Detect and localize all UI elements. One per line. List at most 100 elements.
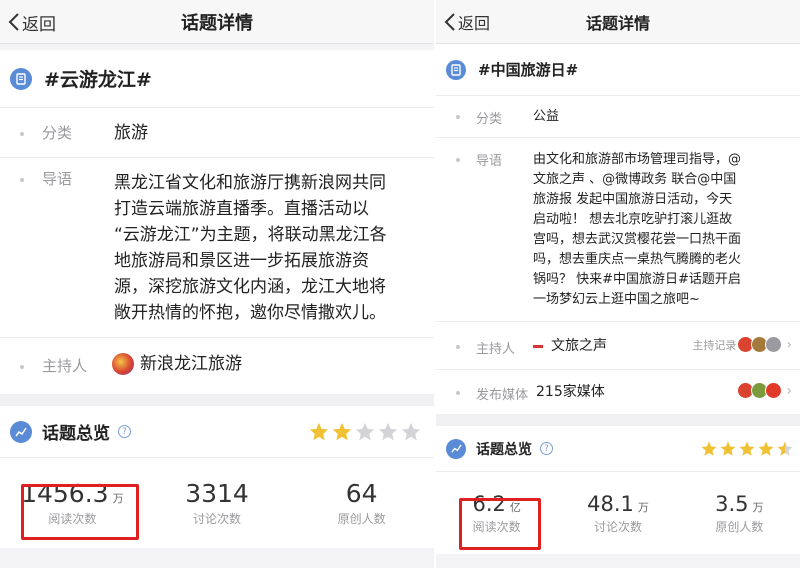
page-title: 话题详情 [585, 13, 650, 33]
chart-icon [446, 438, 466, 459]
right-topic-page: 返回 话题详情 #中国旅游日# 分类 公益 导语 由文化和旅游部市场管理司指导，… [434, 0, 800, 568]
guide-line: 一场梦幻云上逛中国之旅吧~ [533, 292, 700, 307]
star-icon [758, 441, 774, 456]
stat-value: 3.5 [715, 491, 749, 516]
nav-bar: 返回 话题详情 [0, 0, 434, 44]
screenshot-root: 返回 话题详情 #云游龙江# 分类 旅游 导语 黑龙江省文化和旅游厅携新浪网共同 [0, 0, 800, 568]
stat-discussions: 48.1 万 讨论次数 [557, 492, 678, 535]
topic-title: #云游龙江# [44, 69, 152, 91]
bullet-dot [20, 365, 24, 369]
back-label: 返回 [458, 14, 491, 33]
page-title: 话题详情 [181, 12, 253, 34]
bullet-dot [456, 115, 460, 119]
guide-line: 源，深挖旅游文化内涵，龙江大地将 [114, 277, 386, 297]
media-avatars [737, 382, 783, 399]
highlight-box [21, 484, 139, 540]
topic-card: #中国旅游日# 分类 公益 导语 由文化和旅游部市场管理司指导，@ 文旅之声 、… [436, 44, 800, 414]
host-label: 主持人 [42, 357, 88, 375]
host-row[interactable]: 主持人 新浪龙江旅游 [0, 338, 434, 394]
guide-line: 文旅之声 、@微博政务 联合@中国 [533, 172, 737, 187]
guide-line: 打造云端旅游直播季。直播活动以 [114, 199, 369, 219]
back-button[interactable]: 返回 [444, 0, 490, 44]
avatar [112, 353, 134, 375]
star-icon [720, 441, 736, 456]
guide-label: 导语 [476, 154, 503, 169]
chart-icon [10, 420, 32, 443]
category-value: 旅游 [114, 123, 148, 143]
guide-text: 黑龙江省文化和旅游厅携新浪网共同 打造云端旅游直播季。直播活动以 “云游龙江”为… [114, 170, 387, 326]
guide-row: 导语 由文化和旅游部市场管理司指导，@ 文旅之声 、@微博政务 联合@中国 旅游… [436, 138, 800, 322]
host-avatars [737, 336, 783, 353]
stat-discussions: 3314 讨论次数 [145, 479, 290, 527]
stat-value: 64 [345, 479, 378, 508]
category-row: 分类 旅游 [0, 108, 434, 158]
avatar [765, 382, 783, 399]
stat-unit: 万 [637, 500, 649, 514]
help-icon[interactable]: ? [118, 425, 131, 438]
document-icon [10, 67, 32, 90]
host-record-link[interactable]: 主持记录 › [692, 336, 792, 353]
host-value[interactable]: 新浪龙江旅游 [112, 351, 242, 377]
guide-line: 由文化和旅游部市场管理司指导，@ [533, 152, 742, 167]
guide-line: 宫吗，想去武汉赏樱花尝一口热干面 [533, 232, 742, 247]
back-label: 返回 [22, 14, 56, 35]
guide-line: 启动啦！ 想去北京吃驴打滚儿逛故 [533, 212, 733, 227]
left-topic-page: 返回 话题详情 #云游龙江# 分类 旅游 导语 黑龙江省文化和旅游厅携新浪网共同 [0, 0, 434, 568]
host-row[interactable]: 主持人 文旅之声 主持记录 › [436, 322, 800, 370]
chevron-left-icon [8, 13, 19, 31]
rating-stars [700, 426, 794, 472]
highlight-box [459, 498, 541, 550]
nav-bar: 返回 话题详情 [436, 0, 800, 44]
chevron-right-icon: › [786, 382, 792, 399]
overview-title: 话题总览 [42, 424, 110, 444]
guide-line: 锅吗？ 快来#中国旅游日#话题开启 [533, 272, 741, 287]
stat-label: 原创人数 [337, 512, 386, 526]
overview-title: 话题总览 [476, 441, 532, 458]
stat-label: 原创人数 [715, 519, 764, 534]
star-icon [739, 441, 755, 456]
stat-value: 48.1 [587, 491, 634, 516]
host-name: 新浪龙江旅游 [140, 354, 242, 374]
category-label: 分类 [476, 112, 503, 127]
section-gap [436, 414, 800, 426]
star-icon [378, 422, 398, 441]
back-button[interactable]: 返回 [8, 0, 56, 44]
overview-header: 话题总览 ? [0, 406, 434, 458]
host-logo-icon [533, 345, 543, 348]
host-value[interactable]: 文旅之声 [533, 336, 607, 357]
topic-title: #中国旅游日# [478, 61, 579, 79]
guide-row: 导语 黑龙江省文化和旅游厅携新浪网共同 打造云端旅游直播季。直播活动以 “云游龙… [0, 158, 434, 338]
guide-text: 由文化和旅游部市场管理司指导，@ 文旅之声 、@微博政务 联合@中国 旅游报 发… [533, 150, 741, 310]
category-row: 分类 公益 [436, 96, 800, 138]
guide-line: 地旅游局和景区进一步拓展旅游资 [114, 251, 369, 271]
topic-header: #中国旅游日# [436, 44, 800, 96]
stat-originals: 3.5 万 原创人数 [679, 492, 800, 535]
category-value: 公益 [533, 109, 560, 124]
stat-unit: 万 [752, 500, 764, 514]
document-icon [446, 59, 466, 80]
host-label: 主持人 [476, 342, 516, 357]
media-value: 215家媒体 [536, 384, 605, 400]
bullet-dot [456, 158, 460, 162]
media-row[interactable]: 发布媒体 215家媒体 › [436, 370, 800, 414]
section-gap [0, 394, 434, 406]
help-icon[interactable]: ? [540, 442, 553, 455]
chevron-left-icon [444, 13, 455, 31]
host-name: 文旅之声 [551, 338, 607, 354]
guide-line: 旅游报 发起中国旅游日活动，今天 [533, 192, 733, 207]
stat-label: 讨论次数 [593, 519, 642, 534]
topic-card: #云游龙江# 分类 旅游 导语 黑龙江省文化和旅游厅携新浪网共同 打造云端旅游直… [0, 50, 434, 394]
media-link[interactable]: › [737, 382, 792, 399]
bullet-dot [20, 132, 24, 136]
bullet-dot [456, 391, 460, 395]
star-icon [309, 422, 329, 441]
stat-label: 讨论次数 [193, 512, 242, 526]
guide-label: 导语 [42, 170, 73, 188]
guide-line: 黑龙江省文化和旅游厅携新浪网共同 [114, 173, 386, 193]
guide-line: 敞开热情的怀抱，邀你尽情撒欢儿。 [114, 303, 386, 323]
chevron-right-icon: › [786, 336, 792, 353]
host-record-label: 主持记录 [692, 338, 737, 352]
guide-line: 吗，想去重庆点一桌热气腾腾的老火 [533, 252, 742, 267]
overview-header: 话题总览 ? [436, 426, 800, 472]
star-icon [701, 441, 717, 456]
